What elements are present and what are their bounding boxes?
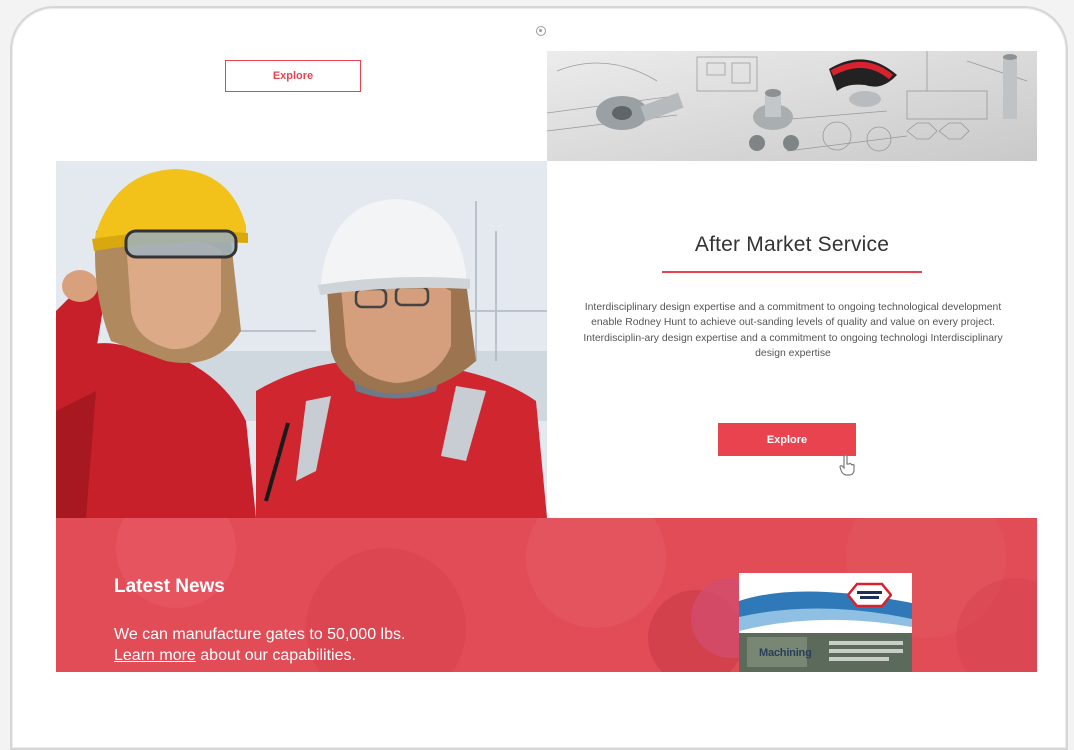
magazine-title: Machining	[759, 647, 812, 659]
news-headline: We can manufacture gates to 50,000 lbs.	[114, 626, 406, 643]
magazine-cover-image[interactable]: Machining	[739, 573, 912, 672]
explore-outline-button[interactable]: Explore	[225, 60, 361, 92]
service-description: Interdisciplinary design expertise and a…	[583, 302, 1003, 360]
latest-news-band: Latest News We can manufacture gates to …	[56, 518, 1037, 672]
hand-pointer-icon	[838, 454, 856, 481]
blueprint-illustration	[547, 51, 1037, 161]
camera-icon	[536, 26, 546, 36]
after-market-service-panel: After Market Service Interdisciplinary d…	[547, 161, 1037, 518]
workers-illustration	[56, 161, 547, 518]
title-underline	[662, 271, 922, 273]
explore-service-button[interactable]: Explore	[718, 423, 856, 456]
rodney-hunt-logo	[846, 582, 893, 608]
blueprint-parts-image	[547, 51, 1037, 161]
news-learn-more-line: Learn more about our capabilities.	[114, 646, 356, 666]
website-screen: Explore After Market Service Interdiscip…	[56, 51, 1037, 672]
learn-more-link[interactable]: Learn more	[114, 647, 196, 664]
service-title: After Market Service	[694, 233, 890, 256]
top-left-panel: Explore	[56, 51, 547, 161]
latest-news-title: Latest News	[114, 576, 225, 597]
workers-photo	[56, 161, 547, 518]
news-line-suffix: about our capabilities.	[195, 647, 356, 664]
